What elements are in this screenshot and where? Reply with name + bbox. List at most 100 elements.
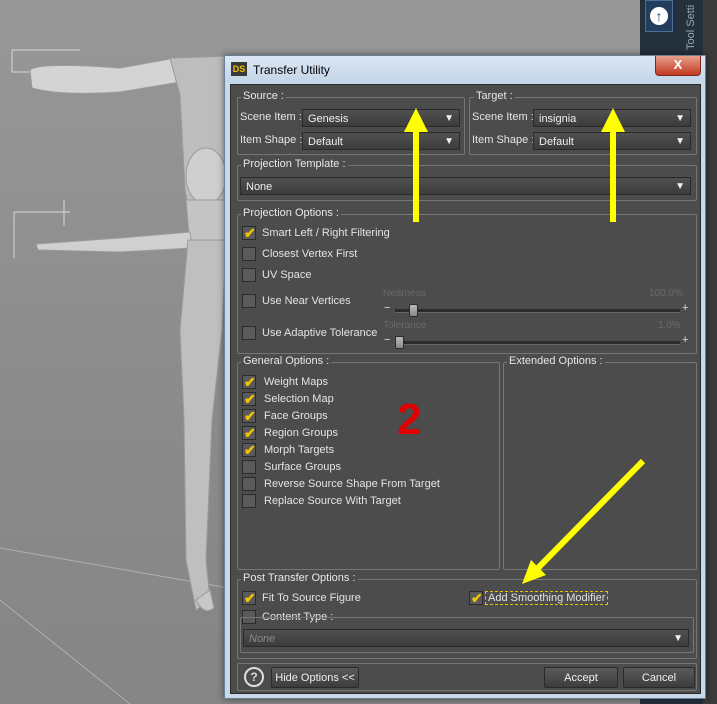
close-button[interactable]: X (655, 56, 701, 76)
target-scene-item-label: Scene Item : (472, 111, 534, 123)
add-smoothing-label: Add Smoothing Modifier (484, 591, 609, 605)
extended-options-label: Extended Options : (507, 355, 605, 367)
uv-space-option[interactable]: UV Space (242, 268, 482, 284)
uv-space-label: UV Space (262, 269, 312, 281)
general-option-label: Surface Groups (264, 461, 342, 473)
general-option-label: Region Groups (264, 427, 338, 439)
accept-button[interactable]: Accept (544, 667, 618, 688)
chevron-down-icon: ▼ (675, 113, 685, 124)
tolerance-slider-track[interactable] (395, 341, 680, 345)
general-option-checkbox[interactable] (242, 477, 256, 491)
chevron-down-icon: ▼ (675, 181, 685, 192)
nearness-increase-button[interactable]: + (682, 302, 688, 314)
closest-vertex-option[interactable]: Closest Vertex First (242, 247, 482, 263)
cancel-button[interactable]: Cancel (623, 667, 695, 688)
projection-template-label: Projection Template : (241, 158, 348, 170)
chevron-down-icon: ▼ (444, 136, 454, 147)
dialog-titlebar[interactable]: DS Transfer Utility X (225, 56, 705, 83)
smart-filtering-option[interactable]: ✔ Smart Left / Right Filtering (242, 225, 482, 242)
dialog-title: Transfer Utility (253, 63, 330, 77)
projection-options-label: Projection Options : (241, 207, 341, 219)
general-option-checkbox[interactable]: ✔ (242, 425, 256, 441)
use-adaptive-tolerance-option[interactable]: Use Adaptive Tolerance (242, 326, 382, 342)
check-icon: ✔ (244, 374, 256, 390)
hide-options-button[interactable]: Hide Options << (271, 667, 359, 688)
target-item-shape-dropdown[interactable]: Default ▼ (533, 132, 691, 150)
use-near-vertices-checkbox[interactable] (242, 294, 256, 308)
tolerance-increase-button[interactable]: + (682, 334, 688, 346)
target-scene-item-dropdown[interactable]: insignia ▼ (533, 109, 691, 127)
target-item-shape-label: Item Shape : (472, 134, 535, 146)
nearness-slider-label: Nearness (383, 288, 426, 299)
general-option-label: Reverse Source Shape From Target (264, 478, 440, 490)
annotation-number: 2 (397, 395, 422, 444)
extended-options-group (503, 362, 697, 570)
use-adaptive-tolerance-label: Use Adaptive Tolerance (262, 327, 378, 339)
content-type-dropdown[interactable]: None ▼ (243, 629, 689, 647)
check-icon: ✔ (244, 425, 256, 441)
source-group-label: Source : (241, 90, 286, 102)
check-icon: ✔ (244, 408, 256, 424)
closest-vertex-label: Closest Vertex First (262, 248, 358, 260)
add-smoothing-option[interactable]: ✔ Add Smoothing Modifier (469, 590, 609, 607)
dialog-body: Source : Scene Item : Genesis ▼ Item Shap… (230, 84, 701, 694)
check-icon: ✔ (471, 590, 483, 606)
source-item-shape-dropdown[interactable]: Default ▼ (302, 132, 460, 150)
general-option-checkbox[interactable] (242, 494, 256, 508)
general-option-item[interactable]: ✔ Selection Map (242, 391, 482, 408)
general-option-checkbox[interactable] (242, 460, 256, 474)
general-option-item[interactable]: Reverse Source Shape From Target (242, 477, 482, 493)
nearness-value: 100.0% (649, 288, 683, 299)
tolerance-decrease-button[interactable]: − (384, 334, 390, 346)
projection-template-dropdown[interactable]: None ▼ (240, 177, 691, 195)
use-near-vertices-option[interactable]: Use Near Vertices (242, 294, 382, 310)
use-near-vertices-label: Use Near Vertices (262, 295, 351, 307)
general-option-item[interactable]: ✔ Morph Targets (242, 442, 482, 459)
genesis-figure (29, 55, 231, 612)
fit-to-source-checkbox[interactable]: ✔ (242, 590, 256, 606)
general-option-label: Face Groups (264, 410, 328, 422)
general-options-label: General Options : (241, 355, 332, 367)
general-option-checkbox[interactable]: ✔ (242, 374, 256, 390)
daz-studio-logo-icon: DS (231, 62, 247, 76)
general-option-checkbox[interactable]: ✔ (242, 442, 256, 458)
general-option-checkbox[interactable]: ✔ (242, 408, 256, 424)
smart-filtering-checkbox[interactable]: ✔ (242, 225, 256, 241)
general-option-item[interactable]: ✔ Region Groups (242, 425, 482, 442)
smart-filtering-label: Smart Left / Right Filtering (262, 227, 390, 239)
fit-to-source-option[interactable]: ✔ Fit To Source Figure (242, 590, 442, 607)
general-option-item[interactable]: ✔ Weight Maps (242, 374, 482, 391)
arrow-up-circle-icon: ↑ (650, 7, 668, 25)
general-option-item[interactable]: Replace Source With Target (242, 494, 482, 510)
add-smoothing-checkbox[interactable]: ✔ (469, 590, 483, 606)
general-option-checkbox[interactable]: ✔ (242, 391, 256, 407)
general-option-item[interactable]: Surface Groups (242, 460, 482, 476)
tolerance-slider-handle[interactable] (395, 336, 404, 349)
source-item-shape-label: Item Shape : (240, 134, 303, 146)
general-option-label: Weight Maps (264, 376, 328, 388)
closest-vertex-checkbox[interactable] (242, 247, 256, 261)
check-icon: ✔ (244, 590, 256, 606)
nearness-slider-handle[interactable] (409, 304, 419, 317)
check-icon: ✔ (244, 225, 256, 241)
target-group-label: Target : (474, 90, 515, 102)
check-icon: ✔ (244, 391, 256, 407)
scroll-up-button[interactable]: ↑ (645, 0, 673, 32)
use-adaptive-tolerance-checkbox[interactable] (242, 326, 256, 340)
nearness-slider-track[interactable] (395, 309, 680, 313)
chevron-down-icon: ▼ (675, 136, 685, 147)
fit-to-source-label: Fit To Source Figure (262, 592, 361, 604)
chevron-down-icon: ▼ (444, 113, 454, 124)
help-button[interactable]: ? (244, 667, 264, 687)
uv-space-checkbox[interactable] (242, 268, 256, 282)
general-option-label: Replace Source With Target (264, 495, 401, 507)
check-icon: ✔ (244, 442, 256, 458)
general-option-item[interactable]: ✔ Face Groups (242, 408, 482, 425)
tolerance-slider-label: Tolerance (383, 320, 427, 331)
chevron-down-icon: ▼ (673, 633, 683, 644)
source-scene-item-dropdown[interactable]: Genesis ▼ (302, 109, 460, 127)
post-transfer-label: Post Transfer Options : (241, 572, 358, 584)
nearness-decrease-button[interactable]: − (384, 302, 390, 314)
general-option-label: Selection Map (264, 393, 334, 405)
source-scene-item-label: Scene Item : (240, 111, 302, 123)
